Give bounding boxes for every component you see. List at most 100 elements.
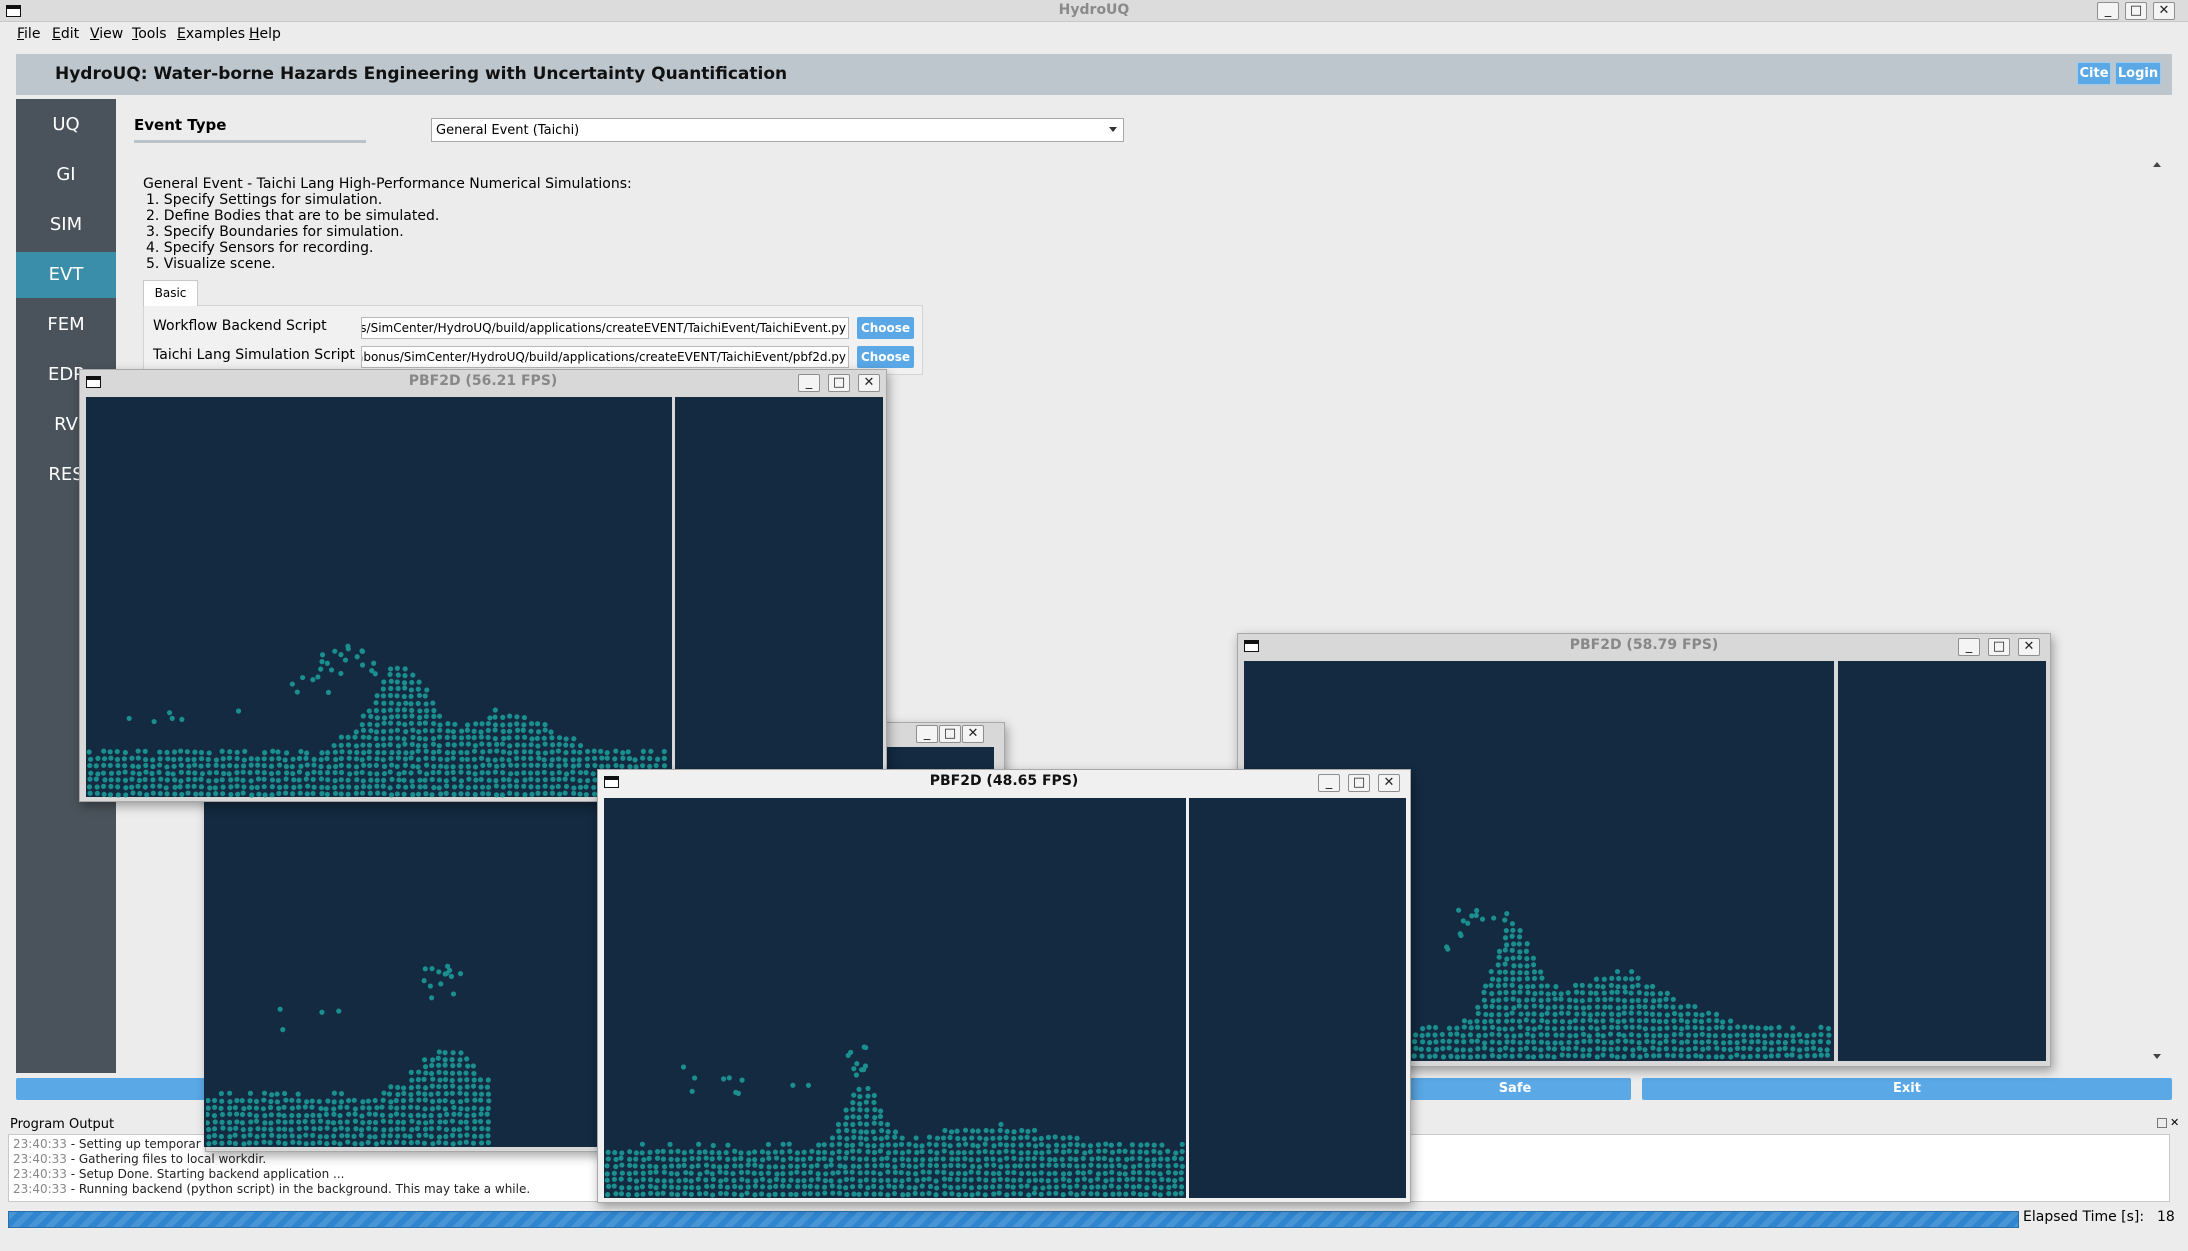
particle: [499, 792, 505, 798]
event-type-select[interactable]: General Event (Taichi): [431, 118, 1124, 142]
particle: [1811, 1032, 1817, 1038]
particle: [828, 1178, 834, 1184]
sidebar-item-evt[interactable]: EVT: [16, 252, 116, 298]
sidebar-item-sim[interactable]: SIM: [16, 202, 116, 248]
particle: [233, 1111, 240, 1117]
particle: [787, 1148, 793, 1154]
undock-icon[interactable]: [2157, 1118, 2167, 1128]
particle: [814, 1184, 820, 1190]
particle: [1053, 1142, 1060, 1148]
cite-button[interactable]: Cite: [2077, 62, 2111, 85]
particle: [920, 1157, 926, 1163]
particle: [255, 776, 262, 782]
particle: [626, 1170, 632, 1177]
particle: [485, 757, 491, 763]
save-button[interactable]: Safe: [1400, 1078, 1630, 1100]
exit-button[interactable]: Exit: [1642, 1078, 2172, 1100]
particle: [164, 777, 170, 783]
particle: [864, 1163, 870, 1169]
particle: [471, 748, 478, 754]
sidebar-item-uq[interactable]: UQ: [16, 102, 116, 148]
menu-view[interactable]: View: [90, 26, 123, 42]
menu-file[interactable]: File: [17, 26, 40, 42]
particle: [872, 1107, 878, 1113]
particle: [323, 1106, 329, 1112]
particle: [304, 771, 311, 777]
particle: [1116, 1141, 1123, 1148]
particle: [1531, 1026, 1537, 1032]
particle: [912, 1185, 918, 1191]
minimize-button[interactable]: _: [2097, 2, 2119, 20]
particle: [1545, 1005, 1551, 1011]
particle: [387, 707, 394, 713]
particle: [388, 714, 395, 720]
particle: [1608, 982, 1615, 989]
maximize-button[interactable]: □: [2125, 2, 2147, 20]
particle: [436, 1049, 442, 1055]
tab-basic[interactable]: Basic: [143, 280, 198, 306]
particle: [402, 756, 409, 762]
particle: [422, 727, 428, 734]
particle: [1095, 1171, 1102, 1177]
particle: [528, 721, 535, 727]
particle: [536, 755, 542, 761]
login-button[interactable]: Login: [2115, 62, 2161, 85]
particle: [905, 1191, 911, 1198]
particle: [983, 1162, 990, 1168]
menu-examples[interactable]: Examples: [177, 26, 245, 42]
particle: [1810, 1039, 1816, 1045]
particle: [865, 1149, 871, 1155]
particle: [388, 1112, 394, 1119]
particle: [431, 707, 437, 714]
scroll-up-icon[interactable]: [2153, 162, 2161, 167]
particle: [991, 1143, 997, 1149]
particle: [906, 1176, 912, 1183]
close-panel-icon[interactable]: ✕: [2170, 1116, 2179, 1129]
particle: [919, 1143, 925, 1149]
particle: [169, 715, 175, 721]
particle: [165, 756, 171, 762]
particle: [1420, 1026, 1426, 1032]
particle: [640, 1163, 646, 1170]
particle: [1524, 963, 1530, 969]
particle: [381, 1127, 387, 1133]
main-scrollbar[interactable]: [2148, 164, 2164, 1064]
sidebar-item-fem[interactable]: FEM: [16, 302, 116, 348]
particle: [408, 720, 415, 726]
close-button[interactable]: ✕: [2153, 2, 2175, 20]
particle: [374, 756, 380, 762]
pbf2d-window-1[interactable]: PBF2D (56.21 FPS) _ □ ✕: [79, 369, 887, 802]
window-titlebar[interactable]: HydroUQ _ □ ✕: [0, 0, 2188, 22]
particle: [1797, 1053, 1803, 1060]
particle: [1544, 1025, 1550, 1031]
backend-choose-button[interactable]: Choose: [857, 317, 914, 339]
particle: [331, 1090, 337, 1096]
scroll-down-icon[interactable]: [2153, 1054, 2161, 1059]
particle: [310, 1119, 316, 1125]
particle: [556, 756, 562, 762]
particle: [871, 1177, 877, 1183]
particle: [345, 1098, 352, 1104]
particle: [738, 1192, 745, 1198]
sidebar-item-gi[interactable]: GI: [16, 152, 116, 198]
particle: [1066, 1170, 1073, 1177]
particle: [282, 1133, 288, 1139]
simulation-choose-button[interactable]: Choose: [857, 346, 914, 368]
particle: [1159, 1176, 1165, 1183]
particle: [457, 1140, 463, 1146]
particle: [535, 750, 541, 756]
pbf2d-window-3[interactable]: PBF2D (48.65 FPS) _ □ ✕: [597, 769, 1411, 1203]
particle: [402, 1133, 408, 1139]
menu-edit[interactable]: Edit: [52, 26, 79, 42]
backend-script-input[interactable]: s/SimCenter/HydroUQ/build/applications/c…: [361, 317, 849, 339]
particle: [640, 1170, 646, 1176]
particle: [1558, 1040, 1564, 1046]
particle: [186, 763, 192, 769]
menu-tools[interactable]: Tools: [132, 26, 167, 42]
particle: [367, 790, 373, 796]
simulation-script-input[interactable]: abonus/SimCenter/HydroUQ/build/applicati…: [361, 346, 849, 368]
particle: [1573, 1025, 1579, 1031]
particle: [261, 1097, 267, 1103]
particle: [367, 784, 373, 790]
menu-help[interactable]: Help: [249, 26, 281, 42]
